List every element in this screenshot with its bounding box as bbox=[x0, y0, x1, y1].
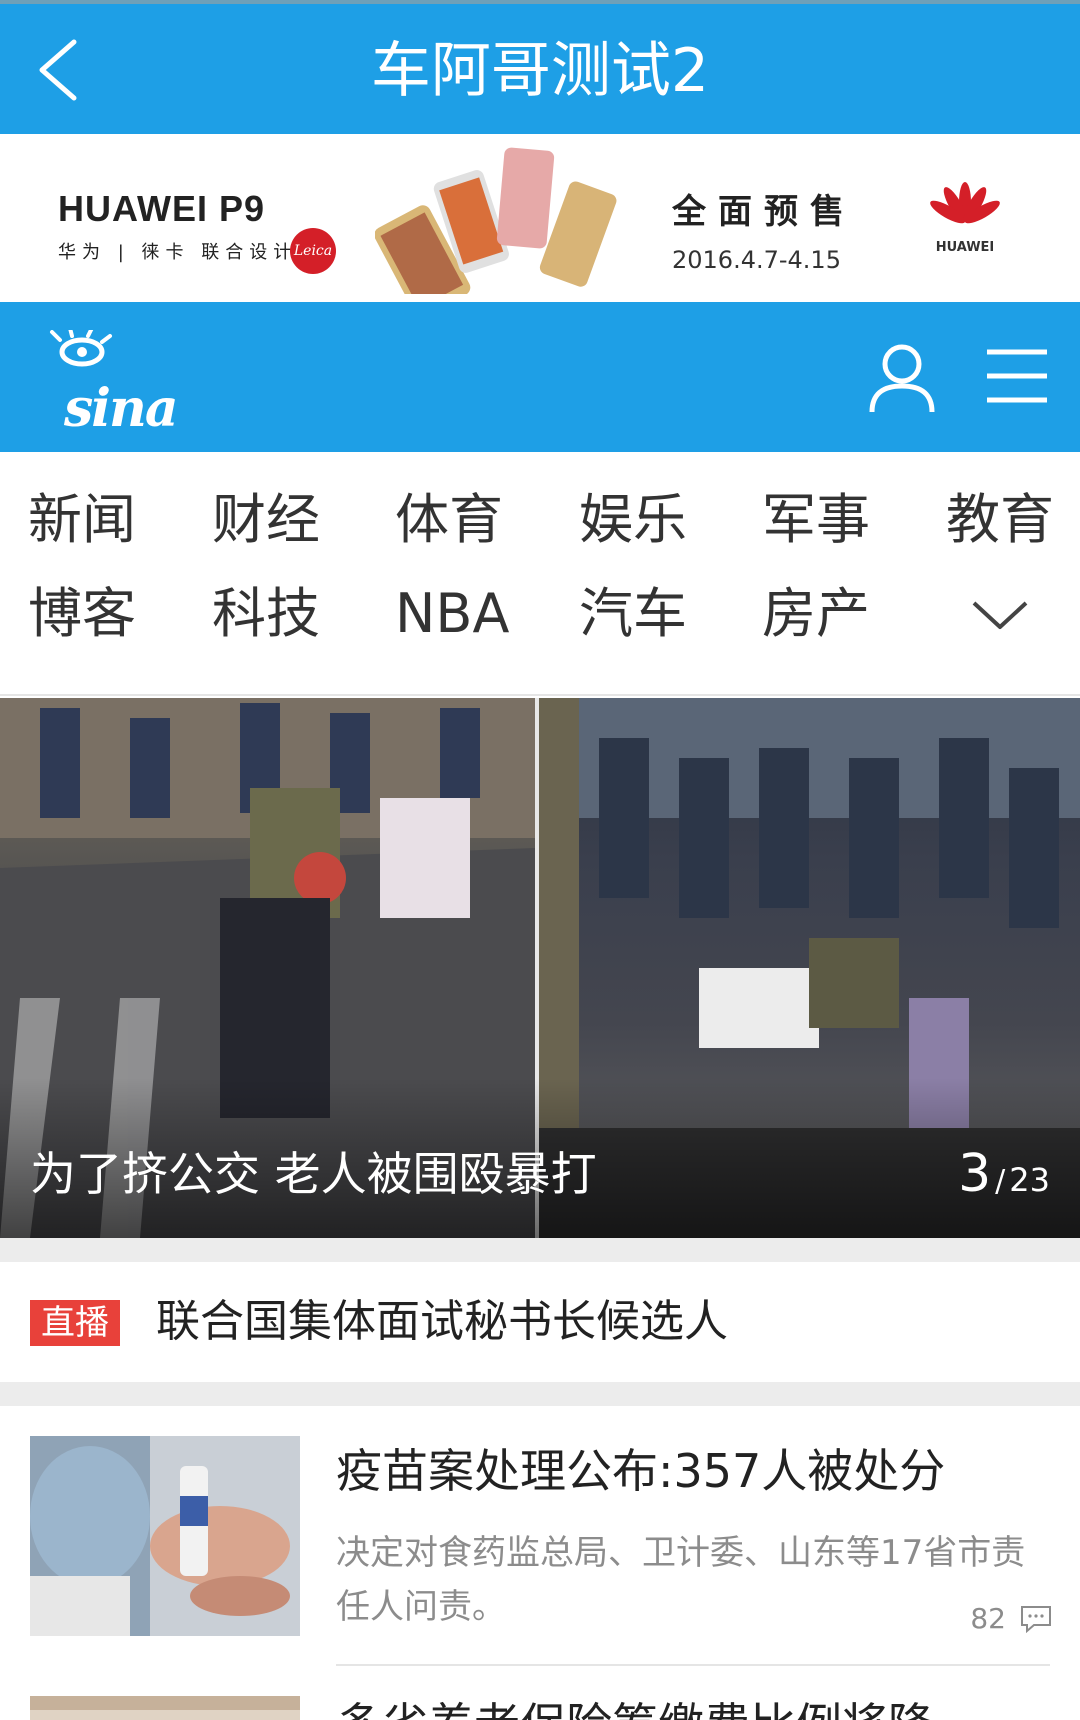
slide-separator: / bbox=[995, 1164, 1006, 1199]
ad-subtitle: 华为 | 徕卡 联合设计 bbox=[58, 242, 298, 263]
section-gap bbox=[0, 1382, 1080, 1406]
category-education[interactable]: 教育 bbox=[946, 490, 1054, 550]
phones-image bbox=[375, 147, 617, 294]
leica-logo: Leica bbox=[290, 228, 336, 274]
expand-categories-button[interactable] bbox=[970, 595, 1030, 635]
comment-icon bbox=[1021, 1605, 1051, 1633]
news-description: 决定对食药监总局、卫计委、山东等17省市责任人问责。 bbox=[336, 1533, 1026, 1627]
user-icon bbox=[869, 344, 935, 413]
ad-banner[interactable]: HUAWEI P9 华为 | 徕卡 联合设计 Leica 全面预售 2016.4… bbox=[0, 134, 1080, 302]
category-house[interactable]: 房产 bbox=[762, 584, 870, 644]
ad-brand: HUAWEI P9 bbox=[58, 188, 266, 229]
chevron-down-icon bbox=[972, 601, 1028, 629]
section-gap bbox=[0, 1238, 1080, 1262]
news-title: 疫苗案处理公布:357人被处分 bbox=[336, 1444, 946, 1498]
sina-logo-text: sina bbox=[64, 378, 179, 439]
category-nba[interactable]: NBA bbox=[395, 584, 509, 644]
live-badge: 直播 bbox=[30, 1300, 120, 1346]
huawei-logo-text: HUAWEI bbox=[935, 240, 995, 255]
news-title: 多省养老保险筹缴费比例将降 bbox=[336, 1696, 934, 1720]
news-list-item[interactable]: 疫苗案处理公布:357人被处分 决定对食药监总局、卫计委、山东等17省市责任人问… bbox=[0, 1406, 1080, 1666]
live-title: 联合国集体面试秘书长候选人 bbox=[156, 1296, 728, 1347]
category-entertainment[interactable]: 娱乐 bbox=[579, 490, 687, 550]
category-auto[interactable]: 汽车 bbox=[579, 584, 687, 644]
category-news[interactable]: 新闻 bbox=[28, 490, 136, 550]
category-nav: 新闻 财经 体育 娱乐 军事 教育 博客 科技 NBA 汽车 房产 bbox=[0, 452, 1080, 696]
photo-slider[interactable]: 为了挤公交 老人被围殴暴打 3/23 bbox=[0, 698, 1080, 1238]
category-sports[interactable]: 体育 bbox=[395, 490, 503, 550]
slide-counter: 3/23 bbox=[958, 1144, 1050, 1204]
category-finance[interactable]: 财经 bbox=[212, 490, 320, 550]
live-news-item[interactable]: 直播 联合国集体面试秘书长候选人 bbox=[0, 1262, 1080, 1382]
ad-presale-text: 全面预售 bbox=[672, 192, 856, 232]
sina-logo[interactable]: sina bbox=[30, 330, 179, 439]
title-bar: 车阿哥测试2 bbox=[0, 0, 1080, 134]
sina-header: sina bbox=[0, 302, 1080, 452]
menu-icon bbox=[987, 349, 1047, 403]
news-image bbox=[30, 1696, 300, 1720]
slide-caption: 为了挤公交 老人被围殴暴打 bbox=[30, 1147, 597, 1201]
page-title: 车阿哥测试2 bbox=[370, 36, 710, 106]
news-thumbnail bbox=[30, 1436, 300, 1636]
category-military[interactable]: 军事 bbox=[762, 490, 870, 550]
user-button[interactable] bbox=[868, 342, 936, 414]
menu-button[interactable] bbox=[985, 346, 1049, 406]
comment-count[interactable]: 82 bbox=[970, 1602, 1052, 1635]
slide-total: 23 bbox=[1009, 1161, 1050, 1199]
category-tech[interactable]: 科技 bbox=[212, 584, 320, 644]
ad-date: 2016.4.7-4.15 bbox=[672, 246, 841, 274]
news-thumbnail bbox=[30, 1696, 300, 1720]
slide-current: 3 bbox=[958, 1144, 992, 1204]
vaccine-image bbox=[30, 1436, 300, 1636]
category-blog[interactable]: 博客 bbox=[28, 584, 136, 644]
news-list-item[interactable]: 多省养老保险筹缴费比例将降 bbox=[0, 1666, 1080, 1720]
comment-count-value: 82 bbox=[970, 1602, 1006, 1635]
